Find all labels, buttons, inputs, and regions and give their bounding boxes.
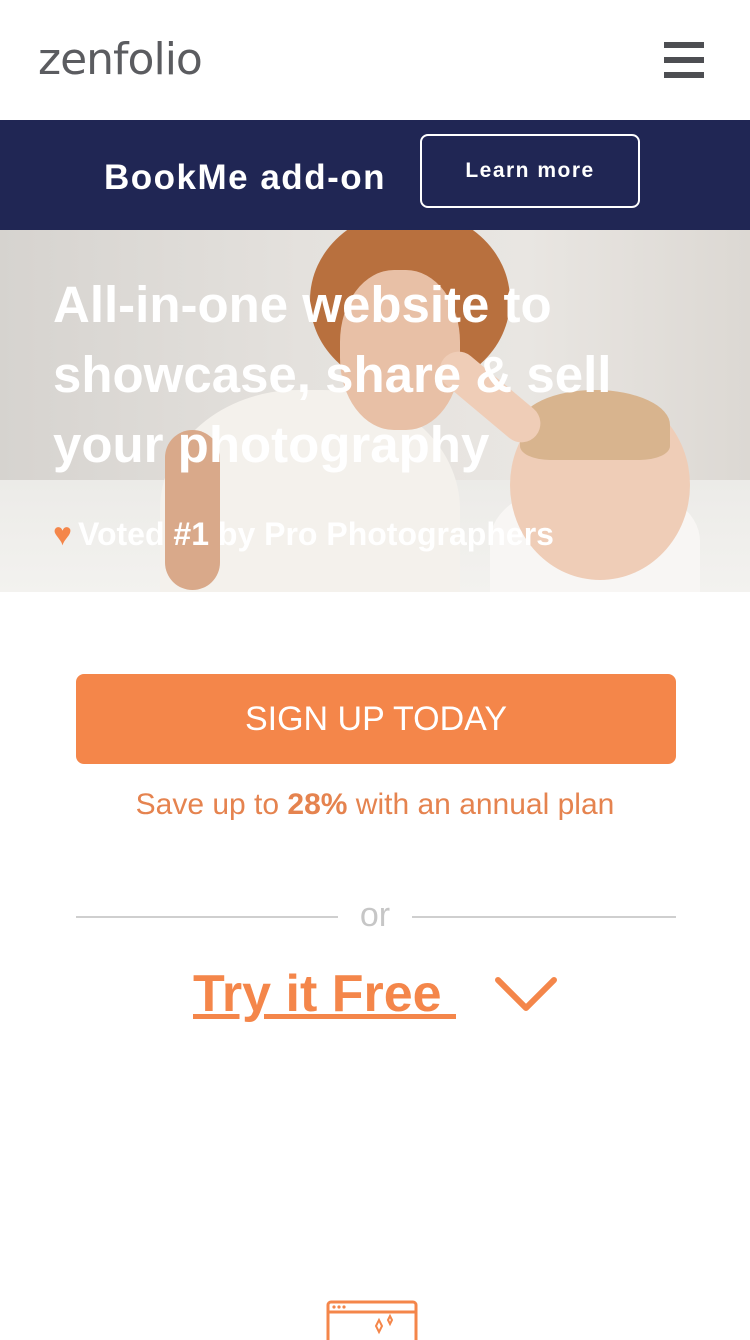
save-suffix: with an annual plan xyxy=(347,788,615,821)
divider-line-left xyxy=(76,916,338,918)
hero-section: All-in-one website to showcase, share & … xyxy=(0,230,750,592)
menu-bar xyxy=(664,72,704,78)
voted-text: Voted #1 by Pro Photographers xyxy=(78,516,554,552)
learn-more-button[interactable]: Learn more xyxy=(420,134,640,208)
sign-up-button[interactable]: SIGN UP TODAY xyxy=(76,674,676,764)
heart-icon: ♥ xyxy=(53,516,72,552)
hamburger-menu-icon[interactable] xyxy=(664,42,704,78)
menu-bar xyxy=(664,42,704,48)
chevron-down-icon[interactable] xyxy=(494,970,558,1020)
or-text: or xyxy=(359,896,391,934)
try-it-free-link[interactable]: Try it Free xyxy=(193,962,456,1026)
promo-text: BookMe add-on xyxy=(104,158,386,197)
header: zenfolio xyxy=(0,0,750,120)
save-note: Save up to 28% with an annual plan xyxy=(0,785,750,825)
menu-bar xyxy=(664,57,704,63)
voted-badge: ♥ Voted #1 by Pro Photographers xyxy=(53,514,554,554)
zenfolio-logo[interactable]: zenfolio xyxy=(38,30,203,90)
hero-title: All-in-one website to showcase, share & … xyxy=(53,276,612,473)
browser-window-icon xyxy=(326,1300,418,1340)
save-percent: 28% xyxy=(287,788,348,821)
save-prefix: Save up to xyxy=(135,788,288,821)
divider-line-right xyxy=(412,916,676,918)
promo-banner: BookMe add-on Learn more xyxy=(0,120,750,230)
or-divider: or xyxy=(76,893,676,937)
